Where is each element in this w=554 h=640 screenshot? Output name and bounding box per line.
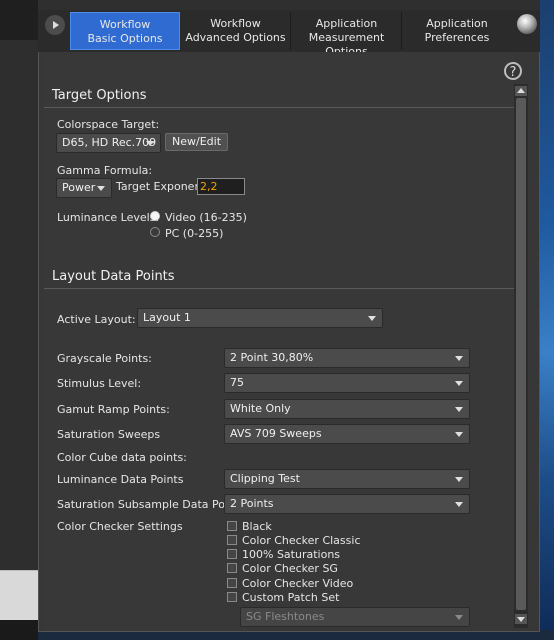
custom-patch-set-value: SG Fleshtones xyxy=(246,610,325,623)
background-app-header xyxy=(0,0,38,40)
target-exponent-input[interactable]: 2,2 xyxy=(197,178,245,195)
gamma-formula-select[interactable]: Power xyxy=(56,178,112,198)
checkbox-black-label: Black xyxy=(242,520,272,533)
color-checker-settings-label: Color Checker Settings xyxy=(57,520,183,533)
saturation-sweeps-select[interactable]: AVS 709 Sweeps xyxy=(224,424,470,444)
color-cube-label: Color Cube data points: xyxy=(57,451,187,464)
tab-workflow-basic-options[interactable]: Workflow Basic Options xyxy=(70,12,180,50)
tab-application-preferences[interactable]: Application Preferences xyxy=(403,12,511,50)
radio-pc-levels[interactable] xyxy=(150,227,160,237)
tab-application-measurement-options[interactable]: Application Measurement Options xyxy=(292,12,402,58)
tab-label-line2: Advanced Options xyxy=(185,31,286,44)
colorspace-target-value: D65, HD Rec.709 xyxy=(62,136,157,149)
stimulus-level-value: 75 xyxy=(230,376,244,389)
chevron-down-icon xyxy=(368,316,376,321)
checkbox-custom-patch-set-label: Custom Patch Set xyxy=(242,591,340,604)
gamut-ramp-points-label: Gamut Ramp Points: xyxy=(57,403,170,416)
background-strip xyxy=(0,620,38,640)
target-exponent-label: Target Exponent xyxy=(116,180,206,193)
chevron-down-icon xyxy=(455,381,463,386)
active-layout-value: Layout 1 xyxy=(143,311,191,324)
checkbox-color-checker-video-label: Color Checker Video xyxy=(242,577,354,590)
luminance-data-points-select[interactable]: Clipping Test xyxy=(224,469,470,489)
gamma-formula-value: Power xyxy=(62,181,96,194)
chevron-down-icon xyxy=(455,407,463,412)
chevron-down-icon xyxy=(146,141,154,146)
saturation-subsample-value: 2 Points xyxy=(230,497,274,510)
section-divider xyxy=(44,288,514,289)
checkbox-color-checker-sg-label: Color Checker SG xyxy=(242,562,338,575)
new-edit-button[interactable]: New/Edit xyxy=(165,133,229,151)
section-title-target-options: Target Options xyxy=(52,88,147,103)
tab-workflow-advanced-options[interactable]: Workflow Advanced Options xyxy=(181,12,291,50)
tab-label-line2: Basic Options xyxy=(87,32,163,45)
saturation-sweeps-value: AVS 709 Sweeps xyxy=(230,427,322,440)
radio-video-levels[interactable] xyxy=(150,211,160,221)
luminance-data-points-value: Clipping Test xyxy=(230,472,300,485)
colorspace-target-select[interactable]: D65, HD Rec.709 xyxy=(56,133,161,153)
tab-label-line2: Preferences xyxy=(424,31,490,44)
tab-label-line1: Application xyxy=(315,17,378,30)
chevron-down-icon xyxy=(455,615,463,620)
chevron-down-icon xyxy=(455,356,463,361)
scroll-up-arrow-icon[interactable] xyxy=(515,86,527,96)
stimulus-level-select[interactable]: 75 xyxy=(224,373,470,393)
chevron-down-icon xyxy=(455,432,463,437)
tab-label-line1: Application xyxy=(426,17,488,30)
gamut-ramp-points-select[interactable]: White Only xyxy=(224,399,470,419)
globe-icon[interactable] xyxy=(517,14,537,34)
checkbox-black[interactable] xyxy=(227,521,237,531)
chevron-down-icon xyxy=(455,477,463,482)
saturation-subsample-label: Saturation Subsample Data Points xyxy=(57,498,246,511)
play-icon[interactable] xyxy=(45,15,65,35)
saturation-sweeps-label: Saturation Sweeps xyxy=(57,428,161,441)
gamut-ramp-points-value: White Only xyxy=(230,402,291,415)
custom-patch-set-select[interactable]: SG Fleshtones xyxy=(240,607,470,627)
colorspace-target-label: Colorspace Target: xyxy=(57,118,160,131)
chevron-down-icon xyxy=(97,186,105,191)
grayscale-points-select[interactable]: 2 Point 30,80% xyxy=(224,348,470,368)
grayscale-points-label: Grayscale Points: xyxy=(57,352,152,365)
radio-video-levels-label: Video (16-235) xyxy=(165,211,247,224)
background-panel xyxy=(0,570,38,621)
chevron-down-icon xyxy=(455,502,463,507)
checkbox-color-checker-sg[interactable] xyxy=(227,563,237,573)
stimulus-level-label: Stimulus Level: xyxy=(57,377,142,390)
checkbox-color-checker-classic[interactable] xyxy=(227,535,237,545)
gamma-formula-label: Gamma Formula: xyxy=(57,164,153,177)
tab-label-line1: Workflow xyxy=(210,17,261,30)
scrollbar-thumb[interactable] xyxy=(516,98,526,610)
luminance-levels-label: Luminance Levels: xyxy=(57,211,160,224)
grayscale-points-value: 2 Point 30,80% xyxy=(230,351,314,364)
checkbox-100-saturations[interactable] xyxy=(227,549,237,559)
saturation-subsample-select[interactable]: 2 Points xyxy=(224,494,470,514)
help-icon[interactable]: ? xyxy=(504,62,522,80)
luminance-data-points-label: Luminance Data Points xyxy=(57,473,184,486)
active-layout-select[interactable]: Layout 1 xyxy=(137,308,383,328)
background-app-area xyxy=(0,0,38,640)
tab-bar: Workflow Basic Options Workflow Advanced… xyxy=(38,10,540,58)
section-divider xyxy=(44,107,514,108)
checkbox-color-checker-classic-label: Color Checker Classic xyxy=(242,534,361,547)
checkbox-100-saturations-label: 100% Saturations xyxy=(242,548,341,561)
checkbox-color-checker-video[interactable] xyxy=(227,578,237,588)
scroll-down-arrow-icon[interactable] xyxy=(515,614,527,624)
desktop-wallpaper xyxy=(540,0,554,640)
tab-label-line1: Workflow xyxy=(99,18,151,31)
section-title-layout-data-points: Layout Data Points xyxy=(52,269,175,284)
checkbox-custom-patch-set[interactable] xyxy=(227,592,237,602)
radio-pc-levels-label: PC (0-255) xyxy=(165,227,224,240)
active-layout-label: Active Layout: xyxy=(57,313,136,326)
